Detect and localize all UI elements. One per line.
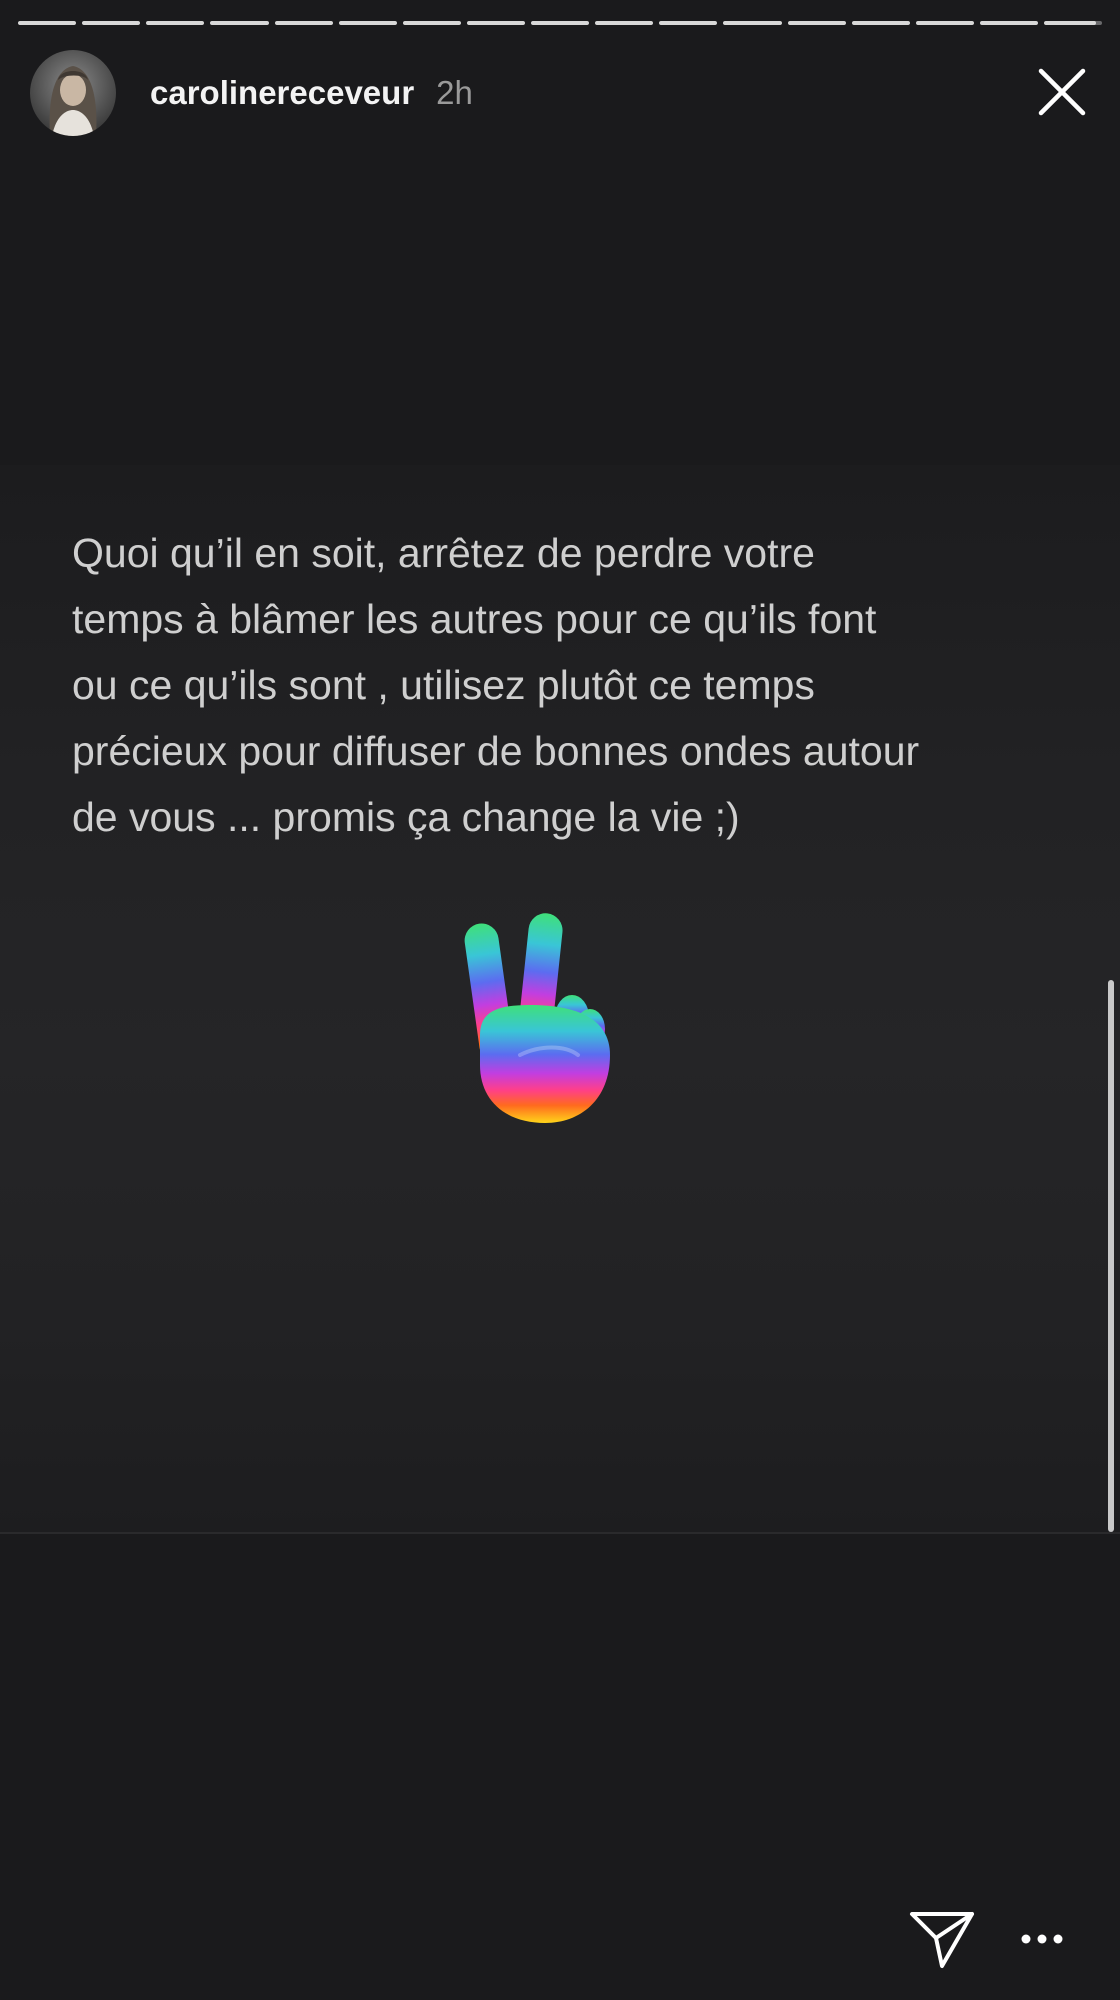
story-caption: Quoi qu’il en soit, arrêtez de perdre vo… [72, 530, 920, 840]
progress-segment [595, 21, 654, 25]
progress-segment [146, 21, 205, 25]
rainbow-peace-hand-icon [464, 913, 610, 1123]
progress-segment-fill [18, 21, 77, 25]
progress-segment-fill [274, 21, 333, 25]
progress-segment-fill [338, 21, 397, 25]
progress-segment [915, 21, 974, 25]
progress-segment-fill [915, 21, 974, 25]
story-header: carolinereceveur 2h [30, 50, 473, 136]
close-button[interactable] [1032, 62, 1092, 122]
progress-segment [82, 21, 141, 25]
progress-segment-fill [210, 21, 269, 25]
sticker [460, 905, 630, 1135]
avatar[interactable] [30, 50, 116, 136]
progress-segment [723, 21, 782, 25]
progress-segment [979, 21, 1038, 25]
progress-segment [338, 21, 397, 25]
progress-segment [18, 21, 77, 25]
progress-segment-fill [979, 21, 1038, 25]
progress-segment [210, 21, 269, 25]
progress-segment [787, 21, 846, 25]
progress-segment-fill [531, 21, 590, 25]
scroll-indicator [1108, 980, 1114, 1532]
progress-segment-fill [466, 21, 525, 25]
avatar-photo-icon [30, 50, 116, 136]
post-timestamp: 2h [436, 74, 473, 111]
close-icon [1038, 68, 1086, 116]
progress-segment-fill [82, 21, 141, 25]
progress-segment-fill [1044, 21, 1097, 25]
progress-segment [1044, 21, 1103, 25]
progress-segment [274, 21, 333, 25]
more-options-icon [1021, 1934, 1063, 1944]
progress-segment [402, 21, 461, 25]
progress-segment [466, 21, 525, 25]
progress-segment-fill [851, 21, 910, 25]
progress-segment [851, 21, 910, 25]
progress-segment-fill [659, 21, 718, 25]
author-username[interactable]: carolinereceveur [150, 74, 414, 112]
progress-segment [531, 21, 590, 25]
story-progress-bar [18, 21, 1103, 25]
progress-segment-fill [402, 21, 461, 25]
share-button[interactable] [908, 1908, 978, 1970]
divider [0, 1532, 1120, 1534]
progress-segment [659, 21, 718, 25]
more-options-button[interactable] [1018, 1925, 1066, 1953]
progress-segment-fill [595, 21, 654, 25]
progress-segment-fill [146, 21, 205, 25]
send-icon [910, 1912, 974, 1968]
progress-segment-fill [787, 21, 846, 25]
progress-segment-fill [723, 21, 782, 25]
